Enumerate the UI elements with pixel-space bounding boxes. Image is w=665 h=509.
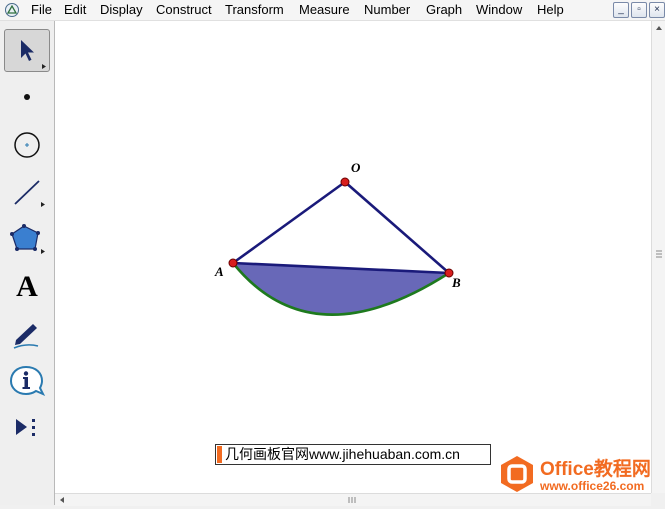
close-button[interactable]: × <box>649 2 665 18</box>
point-tool[interactable] <box>4 76 50 118</box>
menu-window[interactable]: Window <box>476 2 522 18</box>
menu-number[interactable]: Number <box>364 2 410 18</box>
point-icon <box>24 94 30 100</box>
arrow-selection-tool[interactable] <box>4 29 50 72</box>
app-icon[interactable] <box>4 2 20 18</box>
caption-text: 几何画板官网www.jihehuaban.com.cn <box>225 446 460 462</box>
watermark-title: Office教程网 <box>540 459 651 480</box>
menu-measure[interactable]: Measure <box>299 2 350 18</box>
menu-bar: File Edit Display Construct Transform Me… <box>0 0 665 21</box>
line-segment-icon <box>14 180 45 207</box>
office-logo-icon <box>501 456 533 492</box>
vertical-scrollbar[interactable] <box>651 21 665 493</box>
minimize-button[interactable]: _ <box>613 2 629 18</box>
menu-edit[interactable]: Edit <box>64 2 86 18</box>
caption-box[interactable]: 几何画板官网www.jihehuaban.com.cn <box>215 444 491 465</box>
information-tool[interactable] <box>4 360 50 402</box>
menu-graph[interactable]: Graph <box>426 2 462 18</box>
custom-tools[interactable] <box>4 407 50 449</box>
compass-tool[interactable] <box>4 124 50 166</box>
toolbox: A <box>0 21 55 505</box>
custom-tools-icon <box>16 419 35 436</box>
pentagon-icon <box>10 224 45 254</box>
segment-oa[interactable] <box>232 180 346 265</box>
text-tool[interactable]: A <box>4 266 50 308</box>
menu-construct[interactable]: Construct <box>156 2 212 18</box>
straightedge-tool[interactable] <box>4 171 50 213</box>
info-icon <box>9 365 46 396</box>
menu-help[interactable]: Help <box>537 2 564 18</box>
arrow-icon <box>21 40 46 69</box>
sketch-drawing <box>228 177 454 316</box>
label-o[interactable]: O <box>351 160 360 176</box>
restore-button[interactable]: ▫ <box>631 2 647 18</box>
menu-transform[interactable]: Transform <box>225 2 284 18</box>
text-tool-icon: A <box>16 270 38 303</box>
vertical-scrollbar-track <box>656 26 662 258</box>
segment-ob[interactable] <box>344 181 450 274</box>
polygon-tool[interactable] <box>4 218 50 260</box>
sketch-canvas[interactable]: O A B 几何画板官网www.jihehuaban.com.cn <box>55 21 651 493</box>
office-watermark: Office教程网 www.office26.com <box>497 452 665 497</box>
menu-display[interactable]: Display <box>100 2 143 18</box>
caption-marker <box>217 446 222 463</box>
point-o[interactable] <box>340 177 350 187</box>
label-b[interactable]: B <box>452 275 461 291</box>
marker-tool[interactable] <box>4 313 50 355</box>
point-a[interactable] <box>228 258 238 268</box>
compass-icon <box>14 132 40 158</box>
watermark-url: www.office26.com <box>540 479 645 493</box>
marker-pen-icon <box>13 324 39 349</box>
menu-file[interactable]: File <box>31 2 52 18</box>
label-a[interactable]: A <box>215 264 224 280</box>
